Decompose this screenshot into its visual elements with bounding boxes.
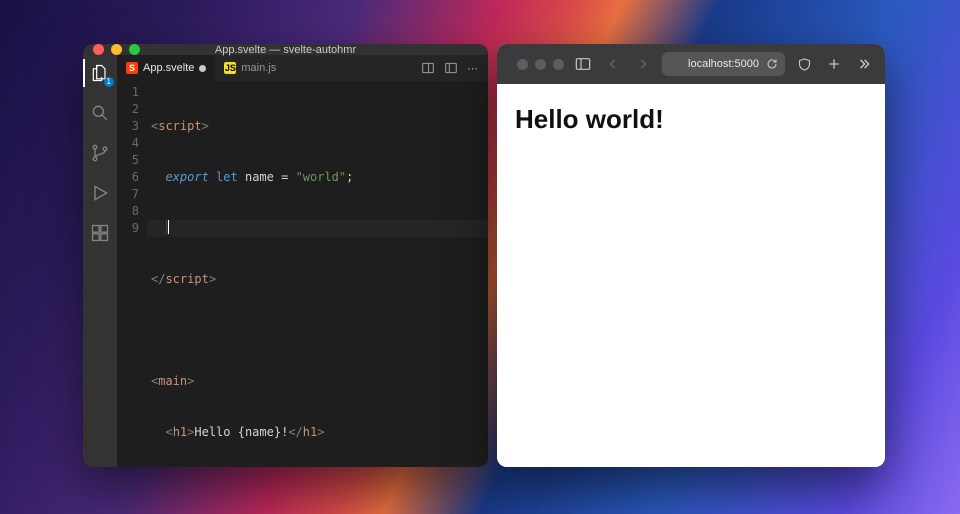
unsaved-indicator-icon <box>199 65 206 72</box>
shield-icon <box>797 57 812 72</box>
safari-window: localhost:5000 Hello world! <box>497 44 885 467</box>
close-window-button[interactable] <box>93 44 104 55</box>
editor-area: S App.svelte JS main.js ⋯ <box>117 55 488 467</box>
search-button[interactable] <box>88 101 112 125</box>
reload-button[interactable] <box>766 58 778 70</box>
new-tab-button[interactable] <box>823 54 845 74</box>
tab-main-js[interactable]: JS main.js <box>215 55 285 81</box>
split-right-icon <box>421 61 435 75</box>
extensions-icon <box>90 223 110 243</box>
activity-bar: 1 <box>83 55 117 467</box>
privacy-report-button[interactable] <box>793 54 815 74</box>
code-editor[interactable]: 123456789 <script> export let name = "wo… <box>117 81 488 467</box>
forward-button[interactable] <box>632 54 654 74</box>
url-text: localhost:5000 <box>688 58 759 70</box>
plus-icon <box>827 57 841 71</box>
window-title: App.svelte — svelte-autohmr <box>83 44 488 56</box>
tab-label: main.js <box>241 62 276 74</box>
ellipsis-icon: ⋯ <box>467 63 479 75</box>
text-caret <box>168 220 169 234</box>
address-bar[interactable]: localhost:5000 <box>662 52 785 76</box>
explorer-badge: 1 <box>104 77 114 87</box>
editor-tabs: S App.svelte JS main.js ⋯ <box>117 55 488 81</box>
layout-icon <box>444 61 458 75</box>
chevron-right-icon <box>637 58 649 70</box>
close-window-button[interactable] <box>517 59 528 70</box>
vscode-titlebar[interactable]: App.svelte — svelte-autohmr <box>83 44 488 55</box>
vscode-window: App.svelte — svelte-autohmr 1 <box>83 44 488 467</box>
minimize-window-button[interactable] <box>535 59 546 70</box>
branch-icon <box>90 143 110 163</box>
zoom-window-button[interactable] <box>129 44 140 55</box>
sidebar-icon <box>575 57 591 71</box>
editor-actions: ⋯ <box>412 55 488 81</box>
play-icon <box>90 183 110 203</box>
line-number-gutter: 123456789 <box>117 81 147 467</box>
tab-label: App.svelte <box>143 62 194 74</box>
more-actions-button[interactable]: ⋯ <box>467 62 479 75</box>
web-page-content[interactable]: Hello world! <box>497 84 885 467</box>
svelte-file-icon: S <box>126 62 138 74</box>
page-heading: Hello world! <box>515 104 867 135</box>
extensions-button[interactable] <box>88 221 112 245</box>
layout-button[interactable] <box>444 61 458 75</box>
minimize-window-button[interactable] <box>111 44 122 55</box>
reload-icon <box>766 58 778 70</box>
sidebar-toggle-button[interactable] <box>572 54 594 74</box>
tab-overview-button[interactable] <box>853 54 875 74</box>
split-editor-button[interactable] <box>421 61 435 75</box>
zoom-window-button[interactable] <box>553 59 564 70</box>
code-content[interactable]: <script> export let name = "world"; </sc… <box>147 81 488 467</box>
chevrons-right-icon <box>857 57 871 71</box>
tab-app-svelte[interactable]: S App.svelte <box>117 55 215 81</box>
back-button[interactable] <box>602 54 624 74</box>
traffic-lights <box>83 44 140 55</box>
run-debug-button[interactable] <box>88 181 112 205</box>
search-icon <box>90 103 110 123</box>
source-control-button[interactable] <box>88 141 112 165</box>
safari-toolbar[interactable]: localhost:5000 <box>497 44 885 84</box>
traffic-lights <box>507 59 564 70</box>
explorer-button[interactable]: 1 <box>88 61 112 85</box>
js-file-icon: JS <box>224 62 236 74</box>
chevron-left-icon <box>607 58 619 70</box>
